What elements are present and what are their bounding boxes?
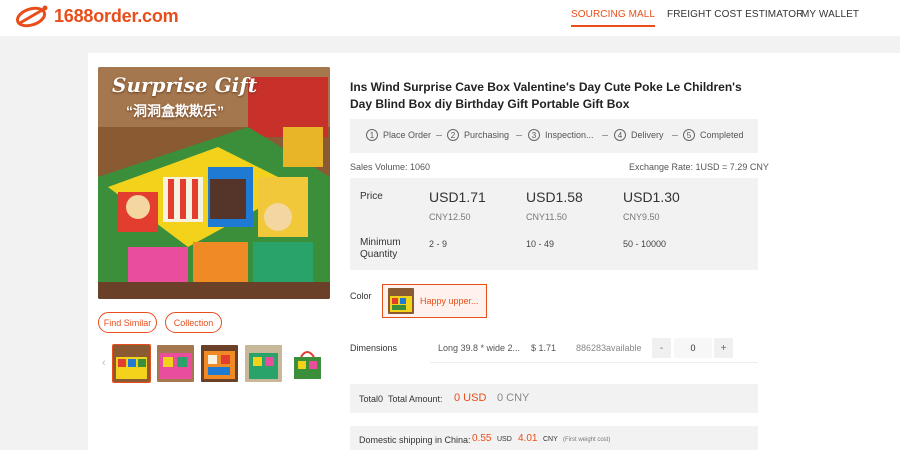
- step-label: Delivery: [631, 130, 664, 140]
- image-overlay-title: Surprise Gift: [112, 73, 258, 97]
- shipping-note: (First weight cost): [563, 437, 611, 443]
- tier-quantity: 10 - 49: [526, 239, 555, 249]
- product-title: Ins Wind Surprise Cave Box Valentine's D…: [350, 80, 742, 111]
- thumbnail-prev-arrow[interactable]: ‹: [102, 357, 106, 369]
- product-thumbnail[interactable]: [157, 345, 194, 382]
- step-label: Completed: [700, 130, 744, 140]
- dimension-availability: 886283available: [576, 343, 642, 353]
- tier-price-usd: USD1.58: [526, 189, 583, 205]
- min-qty-label-line1: Minimum: [360, 237, 401, 248]
- nav-sourcing-mall[interactable]: SOURCING MALL: [571, 9, 656, 27]
- total-amount-cny: 0 CNY: [497, 392, 530, 404]
- image-overlay-subtitle: “洞洞盒欺欺乐”: [126, 103, 224, 119]
- color-label: Color: [350, 291, 372, 301]
- step-number-icon: 3: [528, 129, 540, 141]
- shipping-cny-value: 4.01: [518, 433, 538, 444]
- step-separator: [516, 135, 522, 136]
- shipping-cny-unit: CNY: [543, 436, 558, 443]
- step-label: Place Order: [383, 130, 432, 140]
- find-similar-button[interactable]: Find Similar: [98, 312, 157, 333]
- dimension-description: Long 39.8 * wide 2...: [438, 343, 521, 353]
- step-label: Purchasing: [464, 130, 510, 140]
- step-completed: 5 Completed: [683, 129, 744, 141]
- step-number-icon: 4: [614, 129, 626, 141]
- shipping-usd-value: 0.55: [472, 433, 492, 444]
- total-count: Total0: [359, 394, 384, 404]
- total-amount-label: Total Amount:: [388, 394, 443, 404]
- tier-price-cny: CNY12.50: [429, 212, 471, 222]
- product-thumbnail[interactable]: [289, 345, 326, 382]
- product-thumbnail[interactable]: [245, 345, 282, 382]
- step-place-order: 1 Place Order: [366, 129, 431, 141]
- collection-button[interactable]: Collection: [165, 312, 222, 333]
- dimension-row: Long 39.8 * wide 2... $ 1.71 886283avail…: [430, 336, 758, 363]
- step-delivery: 4 Delivery: [614, 129, 664, 141]
- step-number-icon: 5: [683, 129, 695, 141]
- color-option-happy-upper[interactable]: Happy upper...: [382, 284, 487, 318]
- exchange-rate: Exchange Rate: 1USD = 7.29 CNY: [629, 162, 769, 172]
- quantity-input[interactable]: [674, 338, 712, 358]
- color-option-label: Happy upper...: [420, 296, 479, 306]
- nav-freight-cost-estimator[interactable]: FREIGHT COST ESTIMATOR: [667, 9, 803, 20]
- top-header: 1688order.com SOURCING MALL FREIGHT COST…: [0, 0, 900, 36]
- step-number-icon: 2: [447, 129, 459, 141]
- nav-my-wallet[interactable]: MY WALLET: [801, 9, 859, 20]
- dimensions-label: Dimensions: [350, 343, 398, 353]
- tier-price-cny: CNY9.50: [623, 212, 660, 222]
- quantity-increment-button[interactable]: +: [714, 338, 733, 358]
- total-amount-usd: 0 USD: [454, 392, 487, 404]
- step-separator: [436, 135, 442, 136]
- tier-price-usd: USD1.71: [429, 189, 486, 205]
- step-separator: [602, 135, 608, 136]
- sales-volume: Sales Volume: 1060: [350, 162, 431, 172]
- min-qty-label-line2: Quantity: [360, 249, 398, 260]
- shipping-label: Domestic shipping in China:: [359, 435, 471, 445]
- product-thumbnail[interactable]: [112, 344, 151, 383]
- dimension-price: $ 1.71: [531, 343, 557, 353]
- step-inspection: 3 Inspection...: [528, 129, 594, 141]
- product-thumbnail[interactable]: [201, 345, 238, 382]
- site-logo[interactable]: 1688order.com: [14, 3, 179, 29]
- price-label: Price: [360, 191, 383, 202]
- tier-quantity: 2 - 9: [429, 239, 448, 249]
- logo-swoosh-icon: [15, 5, 48, 28]
- logo-text: 1688order.com: [54, 5, 179, 26]
- quantity-decrement-button[interactable]: -: [652, 338, 671, 358]
- price-table: Price Minimum Quantity USD1.71 CNY12.50 …: [350, 178, 758, 270]
- shipping-usd-unit: USD: [497, 436, 512, 443]
- tier-price-usd: USD1.30: [623, 189, 680, 205]
- color-swatch-image: [388, 288, 414, 314]
- domestic-shipping-row: Domestic shipping in China: 0.55 USD 4.0…: [350, 426, 758, 450]
- order-steps-bar: 1 Place Order 2 Purchasing 3 Inspection.…: [350, 119, 758, 153]
- tier-quantity: 50 - 10000: [623, 239, 667, 249]
- step-purchasing: 2 Purchasing: [447, 129, 509, 141]
- step-label: Inspection...: [545, 130, 594, 140]
- product-main-image[interactable]: Surprise Gift “洞洞盒欺欺乐”: [98, 67, 330, 299]
- step-number-icon: 1: [366, 129, 378, 141]
- step-separator: [672, 135, 678, 136]
- tier-price-cny: CNY11.50: [526, 212, 567, 222]
- total-summary: Total0 Total Amount: 0 USD 0 CNY: [350, 384, 758, 413]
